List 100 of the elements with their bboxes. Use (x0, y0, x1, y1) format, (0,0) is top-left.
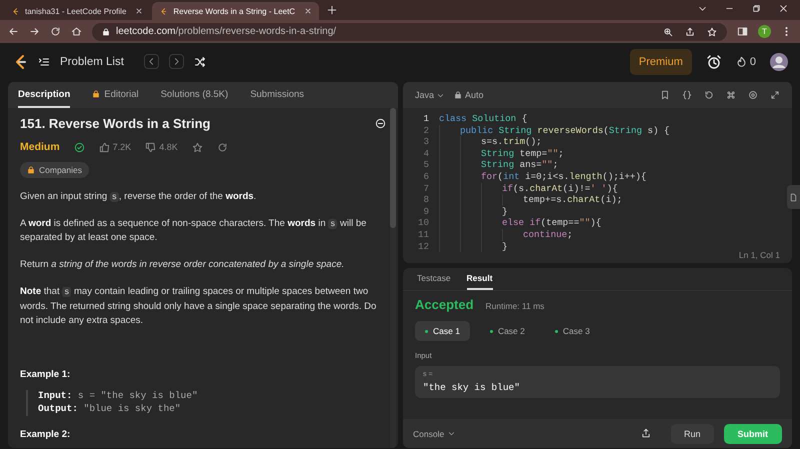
chevron-left-icon (146, 57, 156, 66)
lock-icon (27, 166, 35, 174)
forward-icon[interactable] (29, 26, 40, 37)
close-icon[interactable] (135, 7, 144, 15)
line-number: 8 (422, 194, 429, 206)
expand-icon[interactable] (770, 90, 780, 100)
chevron-down-icon (448, 430, 456, 437)
line-number: 4 (422, 148, 429, 160)
code-line: continue; (523, 228, 573, 241)
scrollbar-thumb[interactable] (390, 108, 396, 228)
browser-tab[interactable]: tanisha31 - LeetCode Profile (4, 2, 150, 20)
description-paragraph: Given an input string s , reverse the order of the words. (20, 190, 258, 204)
code-line: class Solution { (439, 113, 528, 125)
line-number: 2 (422, 124, 429, 136)
example-heading: Example 2: (20, 428, 72, 440)
address-bar[interactable]: leetcode.com/problems/reverse-words-in-a-string/ (92, 22, 727, 40)
panel-tab[interactable]: Solutions (8.5K) (160, 82, 228, 108)
code-line: else if(temp==""){ (502, 217, 602, 229)
thumbs-up-icon[interactable] (98, 142, 110, 152)
panel-tab[interactable]: Submissions (250, 82, 304, 108)
command-icon[interactable] (726, 90, 736, 100)
previous-button[interactable] (144, 54, 159, 69)
upload-icon[interactable] (640, 428, 651, 438)
user-avatar[interactable] (770, 52, 788, 70)
share-icon[interactable] (685, 26, 695, 36)
console-button[interactable]: Console (413, 428, 456, 438)
lock-icon (454, 91, 462, 99)
runtime-label: Runtime: 11 ms (486, 301, 544, 311)
notes-button[interactable] (787, 185, 800, 209)
shuffle-icon[interactable] (194, 56, 206, 68)
next-button[interactable] (168, 54, 184, 69)
case-tab[interactable]: Case 3 (544, 321, 600, 341)
difficulty-label: Medium (20, 141, 60, 153)
back-icon[interactable] (8, 26, 19, 37)
problem-list-link[interactable]: Problem List (60, 56, 124, 68)
code-line: if(s.charAt(i)!=' '){ (502, 182, 618, 194)
new-tab-icon[interactable] (327, 5, 338, 15)
flame-icon (736, 56, 747, 67)
input-value: "the sky is blue" (423, 382, 521, 393)
language-selector[interactable]: Java (415, 90, 444, 100)
description-paragraph: A word is defined as a sequence of non-space characters. The words in s will be separated by at least one space. (20, 216, 368, 246)
premium-button[interactable]: Premium (630, 48, 692, 74)
close-icon[interactable] (304, 7, 312, 15)
close-icon[interactable] (779, 4, 788, 12)
braces-icon[interactable] (682, 90, 692, 100)
lock-icon (102, 28, 110, 36)
line-number: 10 (416, 217, 429, 229)
star-icon[interactable] (192, 142, 203, 152)
restore-icon[interactable] (752, 4, 761, 12)
streak-count: 0 (750, 56, 756, 68)
dislike-count: 4.8K (159, 142, 178, 152)
panel-tab[interactable]: Editorial (92, 82, 139, 108)
companies-tag[interactable]: Companies (20, 162, 89, 178)
example-block: Input: s = "the sky is blue" Output: "blue is sky the" (26, 390, 386, 416)
run-button[interactable]: Run (670, 424, 714, 444)
line-number: 3 (422, 136, 429, 148)
lock-icon (92, 90, 100, 98)
panel-tab[interactable]: Result (466, 268, 493, 290)
code-line: } (502, 240, 508, 252)
code-line: temp+=s.charAt(i); (523, 194, 622, 206)
description-paragraph: Note that s may contain leading or trailing spaces or multiple spaces between two words. The returned string should only have a single space separating the words. Do not include any extra spaces. (20, 284, 378, 328)
line-number: 1 (422, 113, 429, 125)
mode-label[interactable]: Auto (465, 90, 484, 100)
case-tab[interactable]: Case 1 (415, 321, 470, 341)
line-number: 11 (416, 228, 429, 241)
code-line: String temp=""; (481, 148, 564, 160)
line-number: 6 (422, 170, 429, 183)
line-number: 7 (422, 182, 429, 194)
result-status: Accepted (415, 297, 474, 312)
line-number: 9 (422, 206, 429, 218)
browser-tab[interactable]: Reverse Words in a String - LeetC (152, 2, 320, 20)
zoom-icon[interactable] (663, 26, 673, 36)
code-line: for(int i=0;i<s.length();i++){ (481, 170, 646, 183)
panel-tab[interactable]: Description (18, 82, 70, 108)
code-line: public String reverseWords(String s) { (460, 124, 670, 136)
list-icon[interactable] (38, 56, 50, 68)
reload-icon[interactable] (50, 26, 61, 37)
code-line: String ans=""; (481, 159, 558, 171)
case-tab[interactable]: Case 2 (480, 321, 535, 341)
like-count: 7.2K (112, 142, 132, 152)
settings-icon[interactable] (748, 90, 758, 100)
cursor-position: Ln 1, Col 1 (738, 250, 780, 260)
problem-title: 151. Reverse Words in a String (20, 116, 210, 131)
line-number: 5 (422, 159, 429, 171)
bookmark-icon[interactable] (660, 90, 670, 100)
alarm-clock-icon[interactable] (706, 54, 722, 70)
profile-avatar[interactable]: T (758, 25, 771, 38)
line-number: 12 (416, 240, 429, 252)
panel-tab[interactable]: Testcase (417, 268, 451, 290)
thumbs-down-icon[interactable] (145, 142, 156, 152)
home-icon[interactable] (71, 26, 82, 37)
refresh-icon[interactable] (216, 142, 228, 152)
code-line: } (502, 206, 508, 218)
document-icon (789, 192, 798, 202)
side-panel-icon[interactable] (737, 26, 748, 37)
chevron-down-icon (437, 92, 444, 98)
reset-icon[interactable] (704, 90, 714, 100)
example-heading: Example 1: (20, 369, 72, 380)
code-line: s=s.trim(); (481, 136, 542, 148)
description-paragraph: Return a string of the words in reverse order concatenated by a single space. (20, 258, 346, 272)
